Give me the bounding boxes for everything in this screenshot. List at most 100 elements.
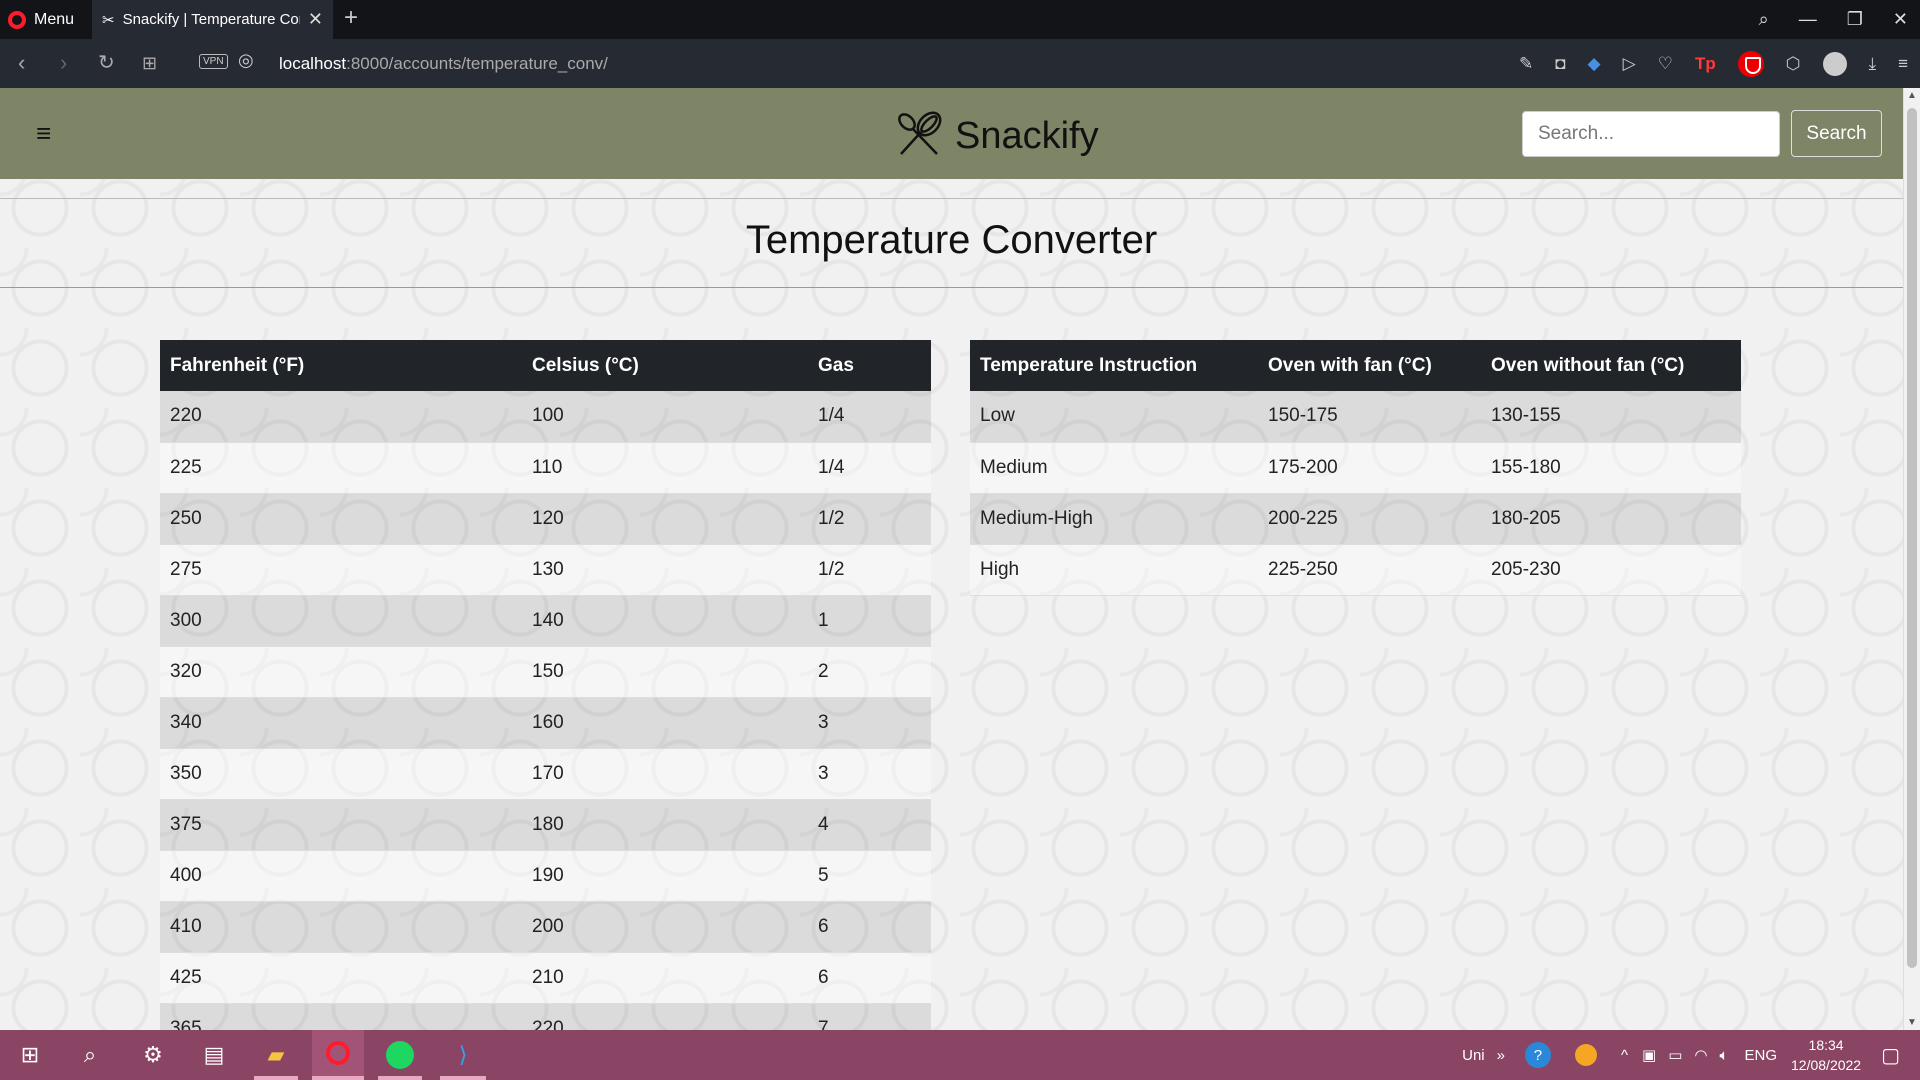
active-indicator	[440, 1076, 486, 1080]
heart-icon[interactable]: ♡	[1658, 54, 1673, 74]
hamburger-menu-icon[interactable]: ≡	[36, 120, 51, 146]
restore-window-icon[interactable]: ❐	[1847, 9, 1863, 30]
column-header: Fahrenheit (°F)	[160, 340, 522, 391]
search-tabs-icon[interactable]: ⌕	[1759, 9, 1769, 30]
table-row: 350 170 3	[160, 748, 931, 800]
table-cell: 1	[808, 595, 931, 647]
snapshot-icon[interactable]: ◘	[1555, 54, 1565, 74]
table-cell: 275	[160, 544, 522, 596]
table-cell: 225-250	[1258, 544, 1481, 596]
forward-icon[interactable]: ›	[60, 51, 67, 75]
table-cell: 180	[522, 799, 808, 851]
easy-setup-icon[interactable]: ≡	[1898, 54, 1908, 74]
vscode-icon[interactable]: ⟩	[447, 1039, 479, 1071]
url-field[interactable]: localhost:8000/accounts/temperature_conv…	[279, 54, 608, 74]
profile-avatar-icon[interactable]	[1822, 51, 1847, 76]
table-cell: 170	[522, 748, 808, 800]
table-cell: Low	[970, 391, 1258, 443]
scroll-up-icon[interactable]: ▲	[1907, 90, 1917, 101]
table-cell: 150-175	[1258, 391, 1481, 443]
table-cell: 225	[160, 442, 522, 494]
table-cell: 180-205	[1481, 493, 1741, 545]
table-cell: 200	[522, 901, 808, 953]
close-tab-icon[interactable]: ✕	[308, 9, 323, 30]
table-cell: 120	[522, 493, 808, 545]
table-row: 275 130 1/2	[160, 544, 931, 596]
file-explorer-icon[interactable]: ▰	[260, 1039, 292, 1071]
send-icon[interactable]: ▷	[1623, 54, 1636, 74]
shield-icon[interactable]: ◆	[1588, 54, 1601, 74]
site-brand[interactable]: Snackify	[893, 110, 1099, 162]
table-cell: 150	[522, 646, 808, 698]
reload-icon[interactable]: ↻	[98, 51, 115, 75]
table-cell: 155-180	[1481, 442, 1741, 494]
opera-taskbar-icon[interactable]	[312, 1030, 364, 1076]
system-tray: Uni » ? ^ ▣ ▭ ◠ 🔈︎ ENG 18:34 12/08/2022 …	[1462, 1030, 1920, 1080]
search-button[interactable]: Search	[1791, 110, 1882, 157]
close-window-icon[interactable]: ✕	[1893, 9, 1908, 30]
show-hidden-icons-chevron-icon[interactable]: ^	[1621, 1047, 1628, 1064]
table-header-row: Temperature Instruction Oven with fan (°…	[970, 340, 1741, 391]
computer-icon[interactable]: ▤	[198, 1039, 230, 1071]
table-cell: 320	[160, 646, 522, 698]
spotify-icon[interactable]	[384, 1039, 416, 1071]
battery-icon[interactable]: ▭	[1668, 1046, 1682, 1064]
edit-icon[interactable]: ✎	[1519, 54, 1533, 74]
browser-tab-active[interactable]: ✂ Snackify | Temperature Con ✕	[92, 0, 333, 39]
table-cell: High	[970, 544, 1258, 596]
search-icon[interactable]: ⌕	[74, 1039, 106, 1071]
table-row: Medium-High 200-225 180-205	[970, 493, 1741, 545]
table-row: 320 150 2	[160, 646, 931, 698]
wifi-icon[interactable]: ◠	[1694, 1046, 1707, 1064]
table-row: 410 200 6	[160, 901, 931, 953]
extension-tp-icon[interactable]: Tp	[1695, 54, 1716, 74]
adblock-icon[interactable]	[1737, 50, 1764, 77]
vpn-badge[interactable]: VPN	[199, 54, 228, 69]
volume-icon[interactable]: 🔈︎	[1719, 1047, 1728, 1064]
table-row: 365 220 7	[160, 1003, 931, 1030]
clock[interactable]: 18:34 12/08/2022	[1791, 1035, 1861, 1075]
table-row: 250 120 1/2	[160, 493, 931, 545]
tray-user-label[interactable]: Uni	[1462, 1047, 1485, 1064]
page-scrollbar[interactable]: ▲ ▼	[1903, 88, 1920, 1030]
notification-dot-icon[interactable]	[1574, 1044, 1597, 1066]
settings-gear-icon[interactable]: ⚙	[137, 1039, 169, 1071]
action-center-icon[interactable]: ▢	[1881, 1043, 1900, 1068]
overflow-chevron-icon[interactable]: »	[1497, 1047, 1505, 1064]
table-cell: 375	[160, 799, 522, 851]
table-cell: 190	[522, 850, 808, 902]
opera-menu-button[interactable]: Menu	[8, 0, 74, 39]
speed-dial-icon[interactable]: ⊞	[142, 51, 157, 75]
divider-bottom	[0, 287, 1903, 288]
active-indicator	[378, 1076, 422, 1080]
active-indicator	[254, 1076, 298, 1080]
search-input[interactable]	[1522, 111, 1780, 157]
minimize-window-icon[interactable]: —	[1799, 9, 1817, 30]
table-row: 425 210 6	[160, 952, 931, 1004]
brand-name: Snackify	[955, 114, 1099, 157]
table-row: Medium 175-200 155-180	[970, 442, 1741, 494]
cube-icon[interactable]: ⬡	[1786, 54, 1801, 74]
download-icon[interactable]: ⤓	[1869, 54, 1877, 74]
scroll-thumb[interactable]	[1907, 108, 1917, 968]
table-row: 220 100 1/4	[160, 391, 931, 443]
windows-taskbar: ⊞ ⌕ ⚙ ▤ ▰ ⟩ Uni » ? ^ ▣ ▭ ◠ 🔈︎ ENG 18:34…	[0, 1030, 1920, 1080]
scroll-down-icon[interactable]: ▼	[1907, 1017, 1917, 1028]
table-cell: 350	[160, 748, 522, 800]
table-cell: 1/4	[808, 391, 931, 443]
table-cell: 220	[522, 1003, 808, 1030]
new-tab-button[interactable]: +	[344, 4, 358, 32]
back-icon[interactable]: ‹	[18, 51, 25, 75]
language-indicator[interactable]: ENG	[1745, 1047, 1778, 1064]
table-cell: 3	[808, 697, 931, 749]
help-icon[interactable]: ?	[1524, 1042, 1551, 1068]
site-info-icon[interactable]: ◎	[238, 50, 254, 71]
device-icon[interactable]: ▣	[1642, 1046, 1656, 1064]
table-cell: 130-155	[1481, 391, 1741, 443]
whisk-spoon-logo-icon	[898, 111, 942, 155]
table-cell: 220	[160, 391, 522, 443]
table-cell: 400	[160, 850, 522, 902]
column-header: Oven with fan (°C)	[1258, 340, 1481, 391]
windows-start-icon[interactable]: ⊞	[14, 1039, 46, 1071]
table-cell: 425	[160, 952, 522, 1004]
